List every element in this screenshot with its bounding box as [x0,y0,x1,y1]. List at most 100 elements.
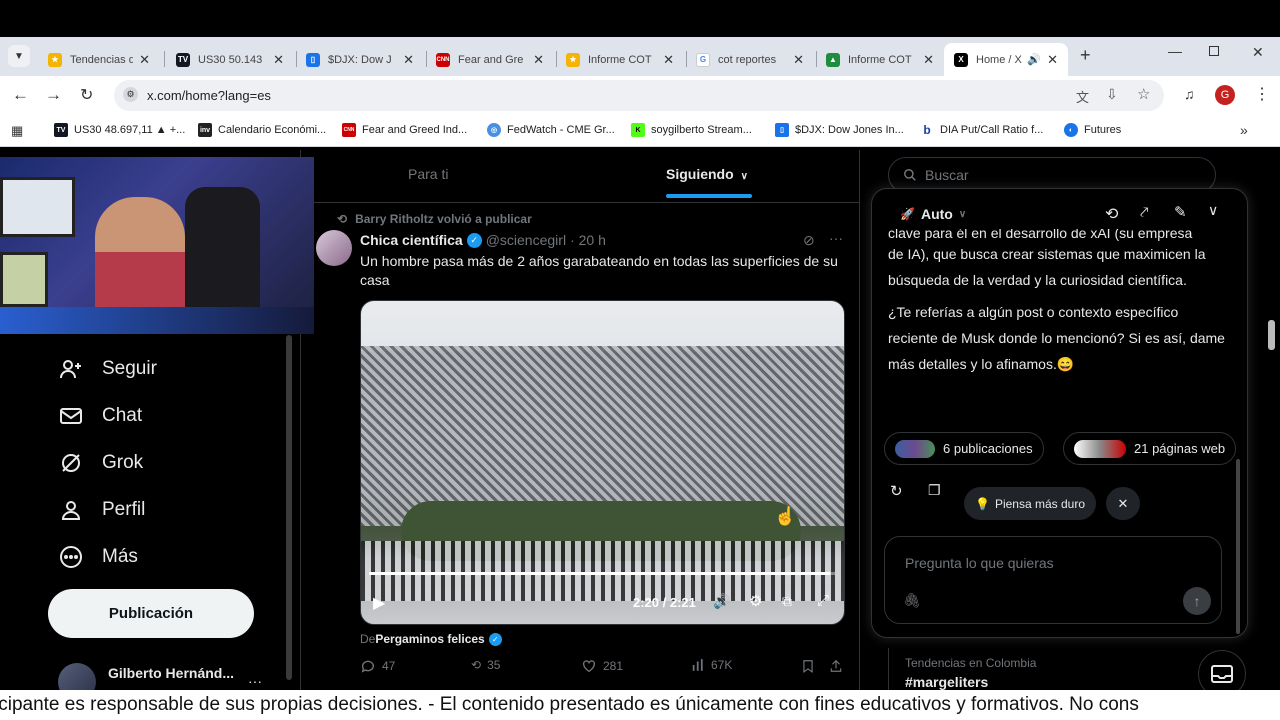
sources-posts-pill[interactable]: 6 publicaciones [884,432,1044,465]
tab-informe-cot-2[interactable]: ▲ Informe COT ✕ [816,43,944,76]
account-switcher[interactable]: Gilberto Hernánd... ··· [58,660,268,690]
grok-ask-input[interactable]: Pregunta lo que quieras [905,555,1054,571]
close-icon[interactable]: ✕ [139,52,150,68]
bookmark-star-icon[interactable]: ☆ [1137,85,1150,103]
close-icon[interactable]: ✕ [1047,52,1058,68]
tab-for-you[interactable]: Para ti [408,166,448,182]
tab-informe-cot-1[interactable]: ★ Informe COT ✕ [556,43,684,76]
tab-following[interactable]: Siguiendo ∨ [666,166,748,182]
credit-name[interactable]: Pergaminos felices [375,632,484,646]
nav-more[interactable]: Más [58,544,138,570]
menu-icon[interactable]: ⋮ [1254,84,1270,104]
nav-profile[interactable]: Perfil [58,497,145,523]
bookmark-calendario[interactable]: inv Calendario Económi... [198,123,326,137]
author-name[interactable]: Chica científica [360,232,463,248]
bookmark-button[interactable] [801,658,821,674]
install-app-icon[interactable]: ⇩ [1106,86,1118,103]
author-avatar[interactable] [316,230,352,266]
more-bookmarks-icon[interactable]: » [1240,122,1248,138]
tab-us30[interactable]: TV US30 50.143 ✕ [166,43,294,76]
search-input[interactable]: Buscar [925,167,969,183]
restore-icon[interactable] [1209,46,1219,56]
forward-icon[interactable]: → [45,85,62,105]
bookmark-dia[interactable]: b DIA Put/Call Ratio f... [920,123,1043,137]
tab-home-x[interactable]: X Home / X 🔊 ✕ [944,43,1068,76]
tab-fear-greed[interactable]: CNN Fear and Gre ✕ [426,43,554,76]
settings-gear-icon[interactable]: ⚙ [749,592,762,610]
close-icon[interactable]: ✕ [793,52,804,68]
play-icon[interactable]: ▶ [373,593,385,613]
share-button[interactable] [829,658,849,674]
avatar[interactable]: G [1215,85,1235,105]
trend-item[interactable]: Tendencias en Colombia #margeliters [888,648,1216,690]
close-icon[interactable]: ✕ [273,52,284,68]
views-button[interactable]: 67K [691,658,732,672]
dismiss-button[interactable]: ✕ [1106,487,1140,520]
bookmark-kick[interactable]: Ksoygilberto Stream... [631,123,752,137]
grok-explain-icon[interactable]: ⊘ [803,232,815,249]
new-tab-button[interactable]: + [1080,45,1091,66]
close-icon[interactable]: ✕ [663,52,674,68]
reload-icon[interactable]: ↻ [80,85,93,105]
post-time[interactable]: · 20 h [570,232,606,248]
page-scrollbar[interactable] [1268,320,1275,350]
bookmark-futures[interactable]: ◐ Futures [1064,123,1121,137]
nav-grok[interactable]: Grok [58,450,143,476]
copy-icon[interactable]: ❐ [928,482,941,499]
fullscreen-icon[interactable]: ⤢ [817,592,829,609]
volume-icon[interactable]: 🔊 [713,593,730,610]
bookmark-fear-greed[interactable]: CNN Fear and Greed Ind... [342,123,467,137]
apps-grid-icon[interactable]: ▦ [11,123,23,139]
translate-icon[interactable]: 文 [1076,87,1089,106]
nav-follow[interactable]: Seguir [58,356,157,382]
reply-button[interactable]: 47 [360,658,395,674]
tab-djx[interactable]: ▯ $DJX: Dow J ✕ [296,43,424,76]
user-name: Gilberto Hernánd... [108,665,235,681]
pip-icon[interactable]: ⧉ [782,593,792,610]
collapse-icon[interactable]: ∨ [1208,202,1218,219]
compose-icon[interactable]: ✎ [1174,203,1187,221]
send-button[interactable]: ↑ [1183,587,1211,615]
video-progress-track[interactable] [369,572,835,575]
tab-cot-reportes[interactable]: G cot reportes ✕ [686,43,814,76]
messages-drawer-button[interactable] [1198,650,1246,690]
close-icon[interactable]: ✕ [923,52,934,68]
attach-icon[interactable]: 🖇 [903,592,921,609]
sources-web-pill[interactable]: 21 páginas web [1063,432,1237,465]
grok-ask-box[interactable]: Pregunta lo que quieras 🖇 ↑ [884,536,1222,624]
tab-tendencias[interactable]: ★ Tendencias d ✕ [38,43,160,76]
bookmark-djx[interactable]: ▯ $DJX: Dow Jones In... [775,123,904,137]
close-icon[interactable]: ✕ [403,52,414,68]
author-handle[interactable]: @sciencegirl [486,232,566,248]
history-icon[interactable]: ⟲ [1105,204,1118,224]
barchart-icon: ▯ [775,123,789,137]
grok-mode-selector[interactable]: 🚀 Auto ∨ [900,206,966,222]
post-button[interactable]: Publicación [48,589,254,638]
nav-chat[interactable]: Chat [58,403,142,429]
address-bar[interactable]: ⚙ x.com/home?lang=es 文 ⇩ ☆ [114,80,1164,111]
minimize-icon[interactable]: — [1168,43,1182,59]
think-harder-button[interactable]: 💡 Piensa más duro [964,487,1096,520]
bookmark-fedwatch[interactable]: ◎ FedWatch - CME Gr... [487,123,615,137]
tab-search-button[interactable]: ▼ [8,45,30,67]
expand-icon[interactable]: ⤤ [1140,204,1148,221]
grok-scrollbar[interactable] [1236,459,1240,634]
back-icon[interactable]: ← [12,85,29,105]
more-dots-icon[interactable]: ··· [248,673,262,689]
site-info-icon[interactable]: ⚙ [123,87,138,102]
reply-icon [361,660,374,673]
video-player[interactable]: ▶ 2:20 / 2:21 🔊 ⚙ ⧉ ⤢ [360,300,845,625]
like-button[interactable]: 281 [581,658,623,674]
grok-response-paragraph: ¿Te referías a algún post o contexto esp… [888,304,1225,372]
close-icon[interactable]: ✕ [533,52,544,68]
media-control-icon[interactable]: ♫ [1184,86,1195,102]
tab-favicon-icon: CNN [436,52,450,67]
caption-text: icipante es responsable de sus propias d… [0,694,1139,715]
bookmark-us30[interactable]: TV US30 48.697,11 ▲ +... [54,123,185,137]
speaker-icon[interactable]: 🔊 [1027,53,1041,66]
left-scrollbar[interactable] [286,335,292,680]
more-dots-icon[interactable]: ··· [829,230,843,246]
regenerate-icon[interactable]: ↻ [890,482,903,500]
repost-button[interactable]: ⟲ 35 [471,658,500,672]
close-window-icon[interactable]: ✕ [1252,44,1264,61]
